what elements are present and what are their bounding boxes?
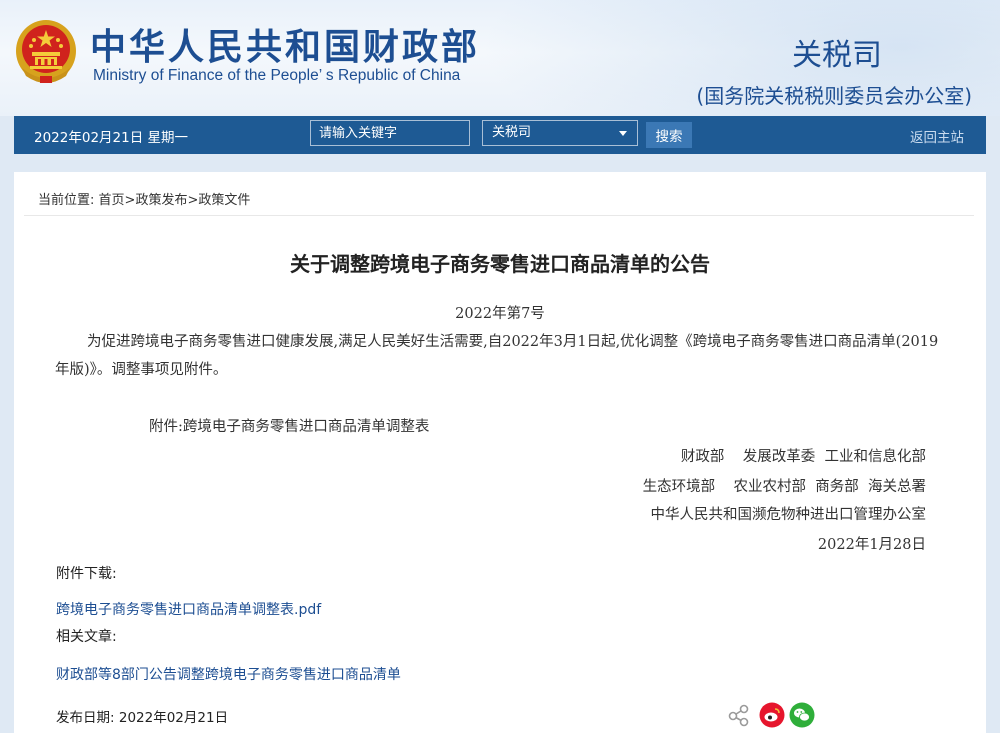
breadcrumb-divider xyxy=(24,215,974,216)
breadcrumb-policy-release[interactable]: 政策发布 xyxy=(135,193,187,208)
publish-date-value: 2022年02月21日 xyxy=(118,710,229,726)
breadcrumb-home[interactable]: 首页 xyxy=(99,193,125,208)
search-input[interactable] xyxy=(310,120,470,146)
document-date: 2022年1月28日 xyxy=(817,537,926,553)
breadcrumb-separator: > xyxy=(187,193,199,208)
category-select-value: 关税司 xyxy=(492,125,532,140)
attachment-download-label: 附件下载: xyxy=(56,566,117,582)
weibo-icon[interactable] xyxy=(759,702,785,728)
category-select[interactable]: 关税司 xyxy=(482,120,638,146)
related-article-link[interactable]: 财政部等8部门公告调整跨境电子商务零售进口商品清单 xyxy=(56,664,401,684)
signatory-line-2: 生态环境部 农业农村部 商务部 海关总署 xyxy=(642,479,926,495)
department-name: 关税司 xyxy=(792,38,882,73)
wechat-icon[interactable] xyxy=(789,702,815,728)
chevron-down-icon xyxy=(619,131,627,136)
attachment-note: 附件:跨境电子商务零售进口商品清单调整表 xyxy=(149,419,430,435)
share-icon[interactable] xyxy=(726,702,752,728)
breadcrumb-separator: > xyxy=(124,193,136,208)
attachment-pdf-link[interactable]: 跨境电子商务零售进口商品清单调整表.pdf xyxy=(56,599,321,619)
signatory-line-3: 中华人民共和国濒危物种进出口管理办公室 xyxy=(650,507,927,523)
article-card: 当前位置: 首页>政策发布>政策文件 关于调整跨境电子商务零售进口商品清单的公告… xyxy=(14,172,986,733)
article-body: 为促进跨境电子商务零售进口健康发展,满足人民美好生活需要,自2022年3月1日起… xyxy=(55,334,939,378)
site-title: 中华人民共和国财政部 xyxy=(90,27,481,68)
signatory-line-1: 财政部 发展改革委 工业和信息化部 xyxy=(680,449,926,465)
publish-date-label: 发布日期: xyxy=(56,710,115,726)
document-number: 2022年第7号 xyxy=(455,306,545,322)
publish-date: 发布日期: 2022年02月21日 xyxy=(56,706,228,726)
article-title: 关于调整跨境电子商务零售进口商品清单的公告 xyxy=(290,252,710,276)
breadcrumb: 当前位置: 首页>政策发布>政策文件 xyxy=(38,189,250,208)
current-date: 2022年02月21日 星期一 xyxy=(34,130,189,146)
search-button[interactable]: 搜索 xyxy=(646,122,692,148)
return-home-link[interactable]: 返回主站 xyxy=(910,126,964,146)
national-emblem-icon[interactable] xyxy=(14,18,78,84)
site-header: 中华人民共和国财政部 Ministry of Finance of the Pe… xyxy=(0,0,1000,116)
site-title-english: Ministry of Finance of the People’ s Rep… xyxy=(93,67,461,84)
nav-bar: 2022年02月21日 星期一 关税司 搜索 返回主站 xyxy=(14,116,986,154)
related-articles-label: 相关文章: xyxy=(56,629,117,645)
department-subtitle: (国务院关税税则委员会办公室) xyxy=(696,84,972,108)
breadcrumb-policy-documents[interactable]: 政策文件 xyxy=(198,193,250,208)
breadcrumb-prefix: 当前位置: xyxy=(38,193,95,208)
